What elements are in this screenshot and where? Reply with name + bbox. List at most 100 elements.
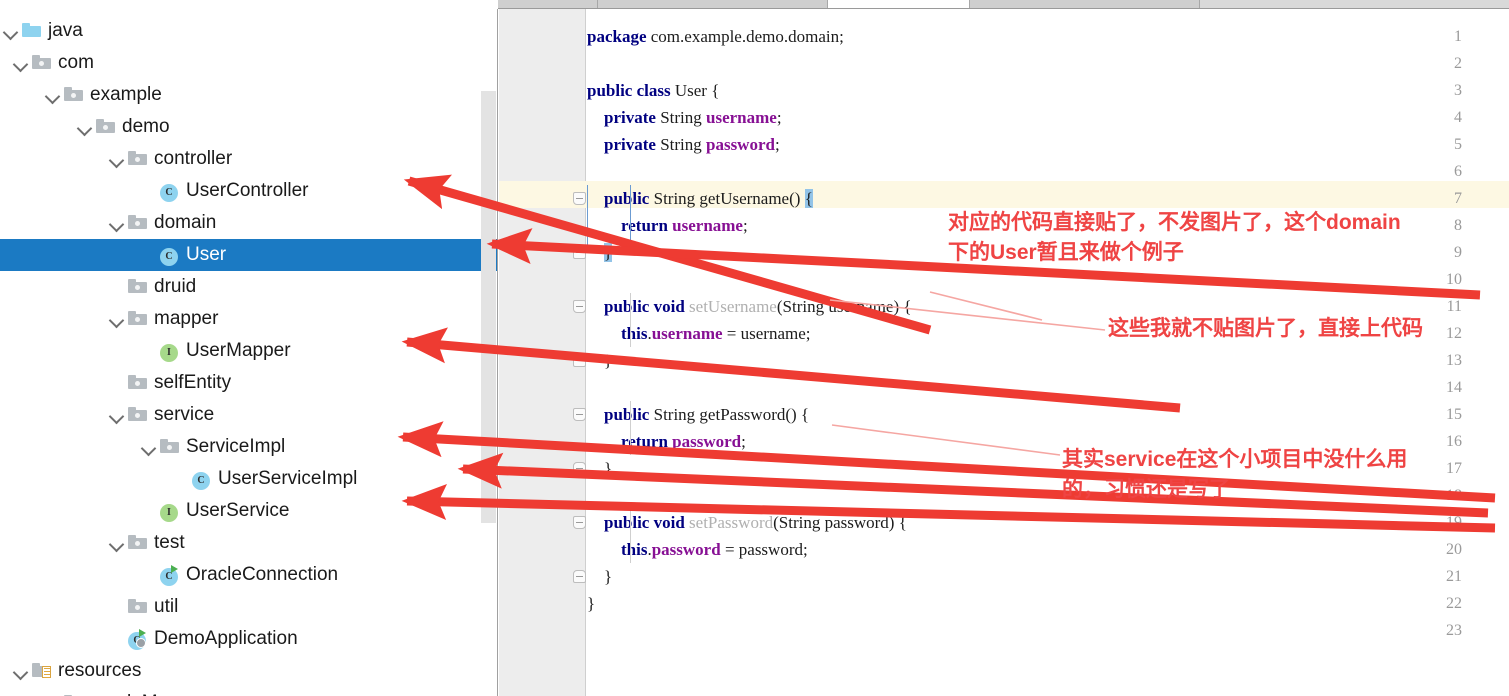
tree-item-label: User: [186, 244, 227, 265]
code-editor[interactable]: 1 package com.example.demo.domain; 2 3 publi…: [499, 9, 1509, 696]
chevron-down-icon[interactable]: [10, 655, 32, 687]
line-number: 6: [1454, 163, 1462, 180]
tree-item-domain[interactable]: domain: [0, 207, 497, 239]
tree-item-userservice[interactable]: I UserService: [0, 495, 497, 527]
code-token: username: [672, 216, 743, 235]
tree-item-oraclemapper[interactable]: oracleMapper: [0, 687, 497, 696]
tree-item-selfentity[interactable]: selfEntity: [0, 367, 497, 399]
tree-scrollbar[interactable]: [481, 9, 496, 696]
code-line[interactable]: }: [587, 455, 612, 482]
project-tree-panel[interactable]: java com example demo controller C UserControl…: [0, 9, 498, 696]
code-line[interactable]: public class User {: [587, 77, 719, 104]
code-line[interactable]: public String getPassword() {: [587, 401, 809, 428]
code-line[interactable]: return password;: [587, 428, 746, 455]
code-line[interactable]: private String username;: [587, 104, 782, 131]
line-number: 8: [1454, 217, 1462, 234]
tree-item-com[interactable]: com: [0, 47, 497, 79]
editor-tab-2[interactable]: [828, 0, 970, 8]
code-line[interactable]: private String password;: [587, 131, 780, 158]
chevron-down-icon[interactable]: [42, 79, 64, 111]
code-line[interactable]: }: [587, 590, 595, 617]
tree-twisty-spacer: [42, 687, 64, 696]
tree-item-userserviceimpl[interactable]: C UserServiceImpl: [0, 463, 497, 495]
code-fold-toggle[interactable]: [573, 192, 586, 205]
tree-twisty-spacer: [106, 367, 128, 399]
editor-tab-1[interactable]: [598, 0, 828, 8]
code-fold-toggle[interactable]: [573, 246, 586, 259]
tree-scrollbar-thumb[interactable]: [481, 91, 496, 523]
tree-item-util[interactable]: util: [0, 591, 497, 623]
code-line[interactable]: package com.example.demo.domain;: [587, 23, 844, 50]
code-fold-toggle[interactable]: [573, 516, 586, 529]
tree-item-usercontroller[interactable]: C UserController: [0, 175, 497, 207]
tree-item-user[interactable]: C User: [0, 239, 497, 271]
code-line[interactable]: return username;: [587, 212, 748, 239]
tree-item-label: DemoApplication: [154, 628, 298, 649]
code-fold-toggle[interactable]: [573, 408, 586, 421]
chevron-down-icon[interactable]: [106, 303, 128, 335]
editor-tab-3[interactable]: [970, 0, 1200, 8]
code-line[interactable]: public String getUsername() {: [587, 185, 813, 212]
code-token: String: [655, 135, 706, 154]
chevron-down-icon[interactable]: [106, 207, 128, 239]
tree-item-label: oracleMapper: [90, 687, 206, 696]
line-number: 7: [1454, 190, 1462, 207]
code-line[interactable]: this.username = username;: [587, 320, 811, 347]
editor-tab-0[interactable]: [498, 0, 598, 8]
tree-item-demo[interactable]: demo: [0, 111, 497, 143]
editor-gutter[interactable]: [499, 9, 586, 696]
chevron-down-icon[interactable]: [138, 431, 160, 463]
code-fold-toggle[interactable]: [573, 462, 586, 475]
code-token: }: [587, 594, 596, 613]
chevron-down-icon[interactable]: [74, 111, 96, 143]
tree-item-druid[interactable]: druid: [0, 271, 497, 303]
code-fold-toggle[interactable]: [573, 300, 586, 313]
tree-twisty-spacer: [138, 335, 160, 367]
tree-item-service[interactable]: service: [0, 399, 497, 431]
tree-item-demoapplication[interactable]: C DemoApplication: [0, 623, 497, 655]
indent-guide: [630, 509, 631, 563]
code-fold-toggle[interactable]: [573, 570, 586, 583]
code-token: return: [621, 432, 668, 451]
tree-item-mapper[interactable]: mapper: [0, 303, 497, 335]
code-line[interactable]: this.password = password;: [587, 536, 808, 563]
tree-item-serviceimpl[interactable]: ServiceImpl: [0, 431, 497, 463]
code-line[interactable]: public void setUsername(String username)…: [587, 293, 912, 320]
line-number: 10: [1446, 271, 1462, 288]
code-line[interactable]: }: [587, 347, 612, 374]
class-icon: C: [160, 247, 178, 266]
line-number: 9: [1454, 244, 1462, 261]
code-token: (String password) {: [773, 513, 907, 532]
chevron-down-icon[interactable]: [106, 527, 128, 559]
chevron-down-icon[interactable]: [106, 143, 128, 175]
tree-item-label: demo: [122, 116, 170, 137]
tree-item-example[interactable]: example: [0, 79, 497, 111]
tree-item-test[interactable]: test: [0, 527, 497, 559]
code-line[interactable]: }: [587, 239, 613, 266]
tree-item-label: mapper: [154, 308, 219, 329]
line-number: 16: [1446, 433, 1462, 450]
line-number: 14: [1446, 379, 1462, 396]
line-number: 1: [1454, 28, 1462, 45]
tree-twisty-spacer: [138, 239, 160, 271]
code-token: }: [604, 243, 613, 262]
tree-item-oracleconnection[interactable]: C OracleConnection: [0, 559, 497, 591]
line-number: 13: [1446, 352, 1462, 369]
tree-item-resources[interactable]: resources: [0, 655, 497, 687]
tree-item-java[interactable]: java: [0, 15, 497, 47]
tree-item-controller[interactable]: controller: [0, 143, 497, 175]
tree-item-usermapper[interactable]: I UserMapper: [0, 335, 497, 367]
code-token: this: [621, 324, 648, 343]
code-line[interactable]: public void setPassword(String password)…: [587, 509, 907, 536]
code-line[interactable]: }: [587, 563, 612, 590]
code-fold-toggle[interactable]: [573, 354, 586, 367]
line-number: 3: [1454, 82, 1462, 99]
chevron-down-icon[interactable]: [10, 47, 32, 79]
indent-guide: [630, 293, 631, 347]
chevron-down-icon[interactable]: [0, 15, 22, 47]
editor-tab-strip[interactable]: [498, 0, 1509, 9]
ide-window: java com example demo controller C UserControl…: [0, 0, 1509, 696]
chevron-down-icon[interactable]: [106, 399, 128, 431]
